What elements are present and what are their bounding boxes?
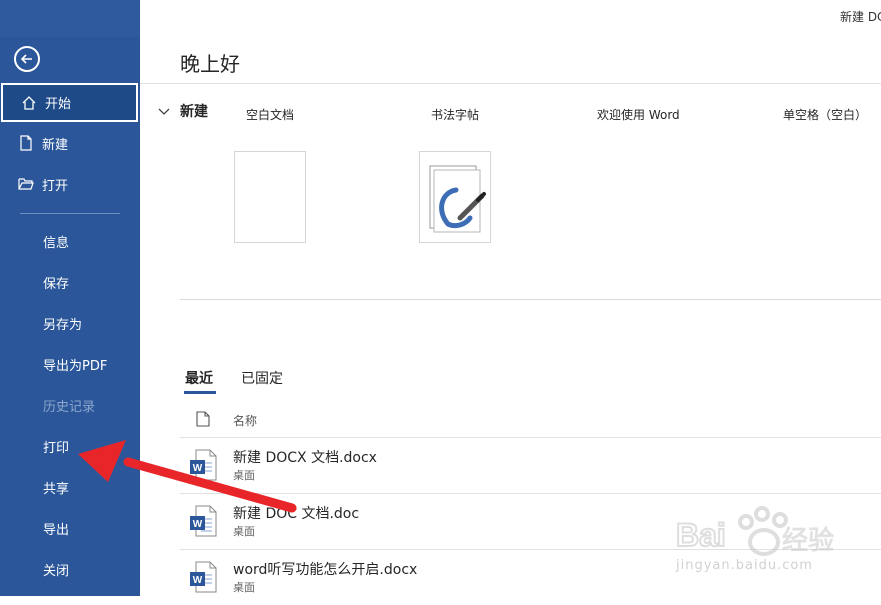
nav-item-label: 另存为 xyxy=(43,317,83,333)
template-thumbnail xyxy=(570,151,711,243)
nav-item-label: 打印 xyxy=(43,440,70,456)
svg-text:W: W xyxy=(193,463,203,474)
table-row[interactable]: W 新建 DOCX 文档.docx 桌面 xyxy=(180,437,881,493)
template-thumbnail xyxy=(419,151,491,243)
nav-item-export[interactable]: 导出 xyxy=(0,508,140,548)
nav-item-share[interactable]: 共享 xyxy=(0,467,140,507)
nav-item-label: 开始 xyxy=(45,97,72,112)
nav-item-close[interactable]: 关闭 xyxy=(0,549,140,589)
sidebar-divider xyxy=(20,213,120,214)
calligraphy-brush-icon xyxy=(429,165,486,233)
header-divider xyxy=(140,83,881,84)
watermark-url: jingyan.baidu.com xyxy=(676,558,813,573)
nav-item-label: 导出 xyxy=(43,522,70,538)
nav-item-label: 新建 xyxy=(42,137,69,153)
backstage-sidebar: 开始 新建 打开 信息 保存 另存为 导出为PDF 历史记录 打印 共享 导出 … xyxy=(0,0,140,596)
nav-item-history: 历史记录 xyxy=(0,385,140,425)
tab-recent[interactable]: 最近 xyxy=(185,368,213,388)
template-label: 单空格（空白） xyxy=(783,108,868,122)
svg-text:W: W xyxy=(193,519,203,530)
nav-item-label: 导出为PDF xyxy=(43,358,108,374)
template-thumbnail xyxy=(234,151,306,243)
nav-item-open[interactable]: 打开 xyxy=(0,164,140,204)
nav-item-label: 共享 xyxy=(43,481,70,497)
nav-item-print[interactable]: 打印 xyxy=(0,426,140,466)
template-label: 空白文档 xyxy=(246,108,295,122)
nav-item-label: 打开 xyxy=(42,178,69,194)
file-name: word听写功能怎么开启.docx xyxy=(233,562,418,578)
nav-item-label: 关闭 xyxy=(43,563,70,579)
word-docx-icon: W xyxy=(188,561,218,593)
template-single-spaced[interactable] xyxy=(755,151,881,243)
nav-item-info[interactable]: 信息 xyxy=(0,221,140,261)
page-title: 晚上好 xyxy=(180,52,240,76)
file-name: 新建 DOC 文档.doc xyxy=(233,506,360,522)
word-docx-icon: W xyxy=(188,449,218,481)
nav-item-save-as[interactable]: 另存为 xyxy=(0,303,140,343)
watermark-brand: 经验 xyxy=(782,526,835,556)
file-location: 桌面 xyxy=(233,469,255,482)
nav-item-home[interactable]: 开始 xyxy=(1,83,138,122)
template-calligraphy[interactable] xyxy=(419,151,491,243)
template-welcome-word[interactable] xyxy=(570,151,711,243)
active-tab-indicator xyxy=(184,391,216,394)
file-location: 桌面 xyxy=(233,581,255,594)
back-arrow-icon[interactable] xyxy=(14,46,40,72)
section-title-new: 新建 xyxy=(180,104,208,120)
column-header-name[interactable]: 名称 xyxy=(233,412,257,429)
template-blank-document[interactable] xyxy=(234,151,306,243)
nav-item-label: 历史记录 xyxy=(43,399,96,415)
chevron-down-icon[interactable] xyxy=(158,103,170,115)
nav-item-save[interactable]: 保存 xyxy=(0,262,140,302)
word-doc-icon: W xyxy=(188,505,218,537)
templates-divider xyxy=(180,299,881,300)
file-column-icon xyxy=(196,411,210,431)
window-title: 新建 DC xyxy=(840,10,881,24)
nav-item-export-pdf[interactable]: 导出为PDF xyxy=(0,344,140,384)
file-location: 桌面 xyxy=(233,525,255,538)
template-label: 欢迎使用 Word xyxy=(597,108,680,122)
template-label: 书法字帖 xyxy=(431,108,480,122)
nav-item-label: 信息 xyxy=(43,235,70,251)
home-icon xyxy=(21,95,37,111)
table-row[interactable]: W 新建 DOC 文档.doc 桌面 xyxy=(180,493,881,549)
nav-item-new[interactable]: 新建 xyxy=(0,123,140,163)
sidebar-header xyxy=(0,0,140,37)
template-thumbnail xyxy=(755,151,881,243)
file-name: 新建 DOCX 文档.docx xyxy=(233,450,377,466)
new-doc-icon xyxy=(18,135,34,151)
svg-text:W: W xyxy=(193,575,203,586)
tab-pinned[interactable]: 已固定 xyxy=(241,368,283,388)
folder-open-icon xyxy=(18,176,34,192)
nav-item-label: 保存 xyxy=(43,276,70,292)
